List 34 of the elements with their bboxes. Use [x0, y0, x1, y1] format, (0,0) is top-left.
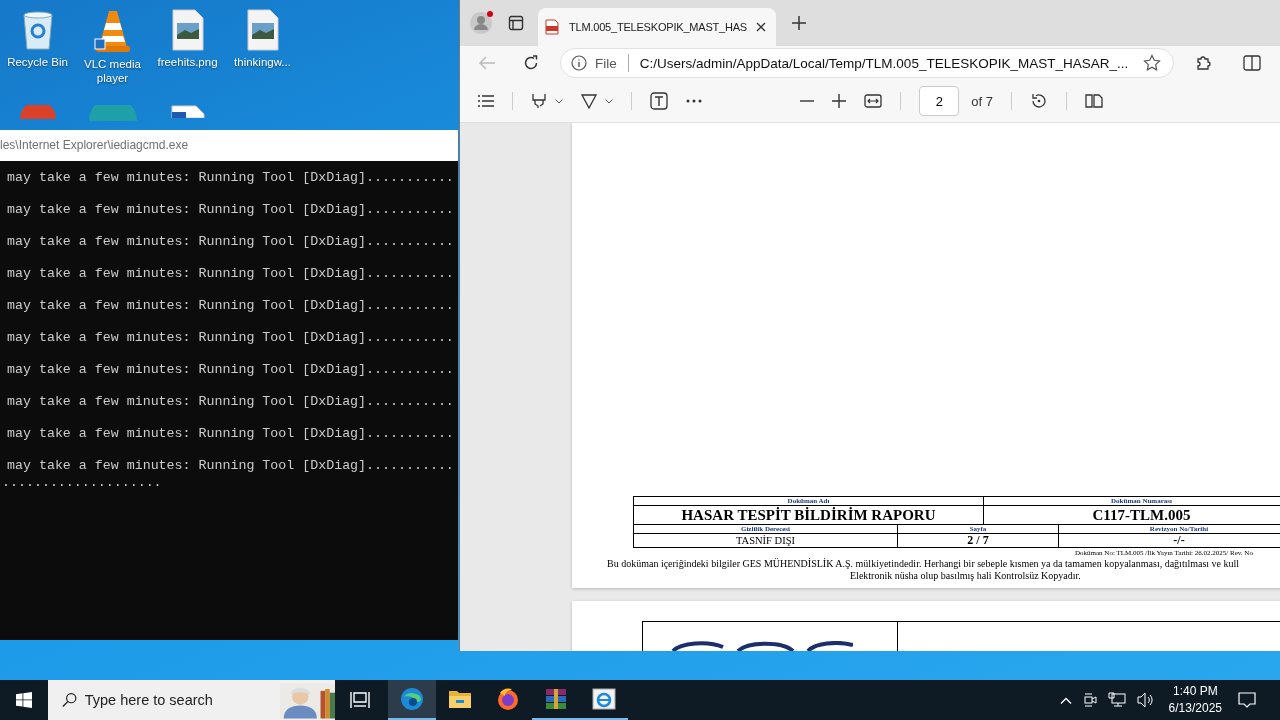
field-value: -/- [1173, 534, 1185, 547]
clock[interactable]: 1:40 PM 6/13/2025 [1168, 683, 1222, 717]
search-box[interactable]: Type here to search [48, 680, 335, 720]
url-text: C:/Users/admin/AppData/Local/Temp/TLM.005_TELESKOPIK_MAST_HASAR_... [639, 55, 1130, 71]
console-line: may take a few minutes: Running Tool [DxDiag]........... [6, 202, 454, 218]
browser-tab[interactable]: TLM.005_TELESKOPIK_MAST_HAS [538, 8, 776, 46]
desktop-icon-label[interactable]: VLC media player [76, 57, 149, 85]
window-title: les\Internet Explorer\iediagcmd.exe [0, 130, 458, 161]
page-count: of 7 [971, 93, 993, 109]
console-line: may take a few minutes: Running Tool [DxDiag]........... [6, 426, 454, 442]
console-line: may take a few minutes: Running Tool [DxDiag]........... [6, 234, 454, 250]
scheme-label: File [595, 55, 617, 71]
console-line: may take a few minutes: Running Tool [DxDiag]........... [6, 298, 454, 314]
page-number-field[interactable]: 2 [919, 86, 960, 116]
field-value: TASNİF DIŞI [736, 534, 795, 547]
desktop-icon-label[interactable]: Recycle Bin [7, 55, 68, 69]
search-field[interactable]: Type here to search [84, 692, 272, 708]
document-title: HASAR TESPİT BİLDİRİM RAPORU [681, 506, 936, 524]
console-line: may take a few minutes: Running Tool [DxDiag]........... [6, 266, 454, 282]
console-line: may take a few minutes: Running Tool [DxDiag]........... [6, 362, 454, 378]
field-value: 2 / 7 [967, 534, 989, 547]
notice-text: Elektronik nüsha olup basılmış hali Kontrolsüz Kopyadır. [850, 570, 1081, 582]
notice-text: Bu doküman içeriğindeki bilgiler GES MÜHENDİSLİK A.Ş. mülkiyetindedir. Herhangi bir sebeple kısmen ya da tamamen kopyalanması, dağıtılması ve kull [607, 558, 1240, 570]
desktop-icon-label[interactable]: thinkingw... [234, 55, 291, 69]
console-line: may take a few minutes: Running Tool [DxDiag]........... [6, 394, 454, 410]
console-line: may take a few minutes: Running Tool [DxDiag]........... [6, 170, 454, 186]
clock-time: 1:40 PM [1172, 683, 1218, 700]
clock-date: 6/13/2025 [1168, 700, 1222, 717]
console-line: .................... [1, 475, 162, 491]
console-line: may take a few minutes: Running Tool [DxDiag]........... [6, 330, 454, 346]
desktop-icon-label[interactable]: freehits.png [157, 55, 218, 69]
address-field[interactable]: File C:/Users/admin/AppData/Local/Temp/TLM.005_TELESKOPIK_MAST_HASAR_... [560, 48, 1174, 78]
console-line: may take a few minutes: Running Tool [DxDiag]........... [6, 458, 454, 474]
document-number: C117-TLM.005 [1092, 506, 1191, 524]
